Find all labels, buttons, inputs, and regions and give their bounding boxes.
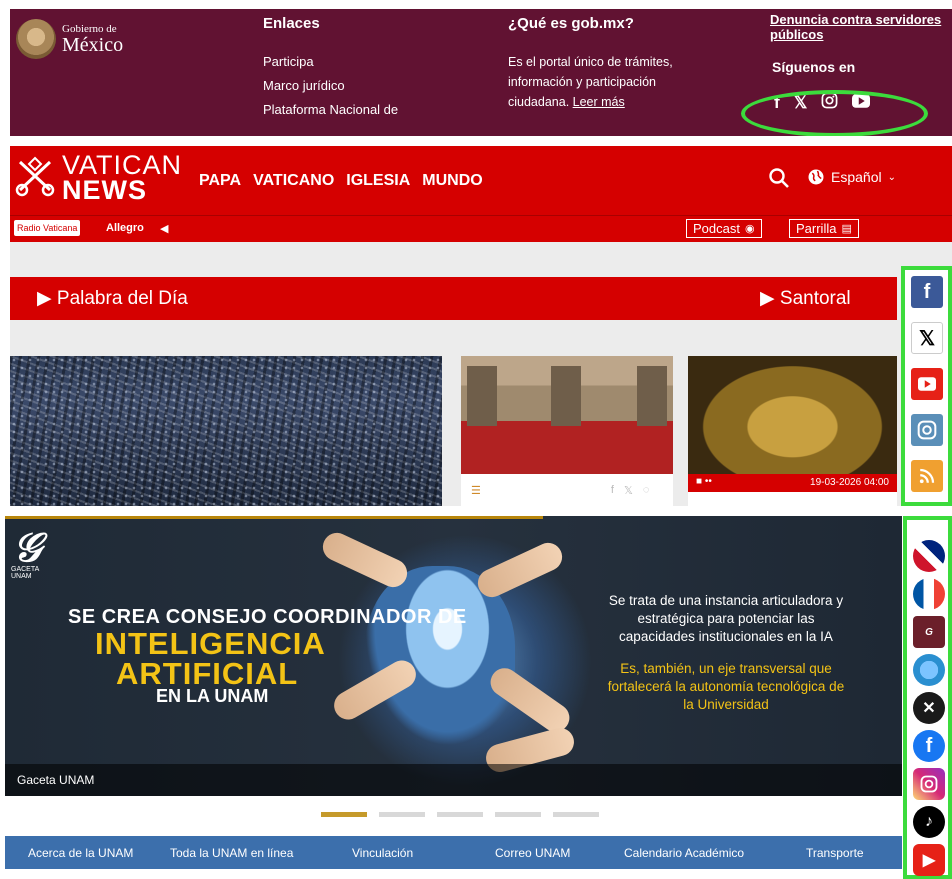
x-icon[interactable]: 𝕏 bbox=[911, 322, 943, 354]
radio-icon: ▤ bbox=[841, 223, 852, 235]
text-icon: ☰ bbox=[471, 485, 481, 497]
gold-divider bbox=[5, 516, 902, 519]
parrilla-label: Parrilla bbox=[796, 221, 837, 236]
que-es-section: ¿Qué es gob.mx? Es el portal único de tr… bbox=[508, 15, 708, 112]
unam-side-icons: G ✕ f ♪ ▶ bbox=[903, 516, 952, 879]
gaceta-hero-banner[interactable]: 𝒢 GACETA UNAM SE CREA CONSEJO COORDINADO… bbox=[5, 516, 902, 796]
search-icon[interactable] bbox=[767, 166, 791, 190]
parrilla-button[interactable]: Parrilla ▤ bbox=[789, 219, 859, 238]
logo-big-text: México bbox=[62, 33, 124, 56]
unam-page: 𝒢 GACETA UNAM SE CREA CONSEJO COORDINADO… bbox=[5, 516, 952, 879]
vatican-news-page: VATICAN NEWS PAPA VATICANO IGLESIA MUNDO… bbox=[10, 146, 952, 506]
instagram-icon[interactable] bbox=[913, 768, 945, 800]
instagram-icon[interactable] bbox=[911, 414, 943, 446]
enlaces-title: Enlaces bbox=[263, 15, 320, 32]
podcast-icon: ◉ bbox=[744, 223, 755, 235]
nav-vinculacion[interactable]: Vinculación bbox=[352, 846, 413, 860]
mexico-seal-icon bbox=[16, 19, 56, 59]
share-facebook-icon[interactable]: f bbox=[611, 484, 614, 497]
card-date: 19-03-2026 04:00 bbox=[810, 477, 889, 488]
link-participa[interactable]: Participa bbox=[263, 54, 398, 69]
carousel-indicators bbox=[321, 812, 599, 817]
carousel-dot-3[interactable] bbox=[437, 812, 483, 817]
vatican-header: VATICAN NEWS PAPA VATICANO IGLESIA MUNDO… bbox=[10, 146, 952, 216]
santoral-link[interactable]: ▶ Santoral bbox=[760, 287, 851, 310]
gaceta-logo-subtext: GACETA UNAM bbox=[11, 566, 39, 580]
crossed-keys-icon bbox=[15, 156, 55, 197]
card-meta: ☰ f 𝕏 ◌ bbox=[471, 484, 649, 497]
gob-mx-footer: Gobierno de México Enlaces Participa Mar… bbox=[10, 9, 952, 136]
logo-small-text: Gobierno de bbox=[62, 22, 117, 35]
facebook-icon[interactable]: f bbox=[913, 730, 945, 762]
brand-news: NEWS bbox=[62, 175, 147, 205]
denuncia-link[interactable]: Denuncia contra servidores públicos bbox=[770, 12, 952, 42]
language-selector[interactable]: Español ⌄ bbox=[807, 168, 896, 186]
carousel-dot-1[interactable] bbox=[321, 812, 367, 817]
language-label: Español bbox=[831, 169, 882, 185]
unam-nav-bar: Acerca de la UNAM Toda la UNAM en línea … bbox=[5, 836, 902, 869]
que-es-text: Es el portal único de trámites, informac… bbox=[508, 52, 708, 112]
x-icon[interactable]: ✕ bbox=[913, 692, 945, 724]
carousel-dot-4[interactable] bbox=[495, 812, 541, 817]
nav-acerca-unam[interactable]: Acerca de la UNAM bbox=[28, 846, 133, 860]
globe-icon[interactable] bbox=[913, 654, 945, 686]
nav-mundo[interactable]: MUNDO bbox=[422, 172, 482, 190]
vatican-social-sidebar: f 𝕏 bbox=[901, 266, 952, 506]
share-whatsapp-icon[interactable]: ◌ bbox=[643, 484, 650, 497]
podcast-label: Podcast bbox=[693, 221, 740, 236]
news-card-shrine[interactable]: ■ •• 19-03-2026 04:00 bbox=[688, 356, 897, 506]
facebook-icon[interactable]: f bbox=[911, 276, 943, 308]
france-flag-icon[interactable] bbox=[913, 578, 945, 610]
video-icon: ■ •• bbox=[696, 476, 712, 487]
globe-icon bbox=[808, 169, 824, 185]
siguenos-title: Síguenos en bbox=[772, 59, 856, 75]
vatican-main-nav: PAPA VATICANO IGLESIA MUNDO bbox=[199, 172, 483, 190]
link-marco-juridico[interactable]: Marco jurídico bbox=[263, 78, 398, 93]
shrine-photo bbox=[688, 356, 897, 474]
nav-transporte[interactable]: Transporte bbox=[806, 846, 864, 860]
palabra-del-dia-link[interactable]: ▶ Palabra del Día bbox=[37, 287, 188, 310]
youtube-icon[interactable] bbox=[911, 368, 943, 400]
banner-description-highlight: Es, también, un eje transversal que fort… bbox=[607, 661, 845, 712]
speaker-icon[interactable]: ◀ bbox=[160, 222, 168, 235]
santoral-label: Santoral bbox=[779, 288, 851, 309]
vatican-news-logo[interactable]: VATICAN NEWS bbox=[14, 152, 182, 205]
nav-correo-unam[interactable]: Correo UNAM bbox=[495, 846, 570, 860]
share-x-icon[interactable]: 𝕏 bbox=[624, 484, 633, 497]
radio-bar: Radio Vaticana Allegro ◀ Podcast ◉ Parri… bbox=[10, 216, 952, 242]
podcast-button[interactable]: Podcast ◉ bbox=[686, 219, 762, 238]
radio-vaticana-badge[interactable]: Radio Vaticana bbox=[14, 220, 81, 236]
palabra-santoral-band: ▶ Palabra del Día ▶ Santoral bbox=[10, 277, 897, 320]
carousel-dot-2[interactable] bbox=[379, 812, 425, 817]
enlaces-section: Enlaces Participa Marco jurídico Platafo… bbox=[263, 15, 398, 117]
banner-description: Se trata de una instancia articuladora y… bbox=[608, 593, 844, 644]
chevron-down-icon: ⌄ bbox=[887, 171, 896, 183]
rss-icon[interactable] bbox=[911, 460, 943, 492]
gob-mx-logo[interactable]: Gobierno de México bbox=[16, 19, 123, 59]
banner-caption-bar: Gaceta UNAM bbox=[5, 764, 902, 796]
global-icon[interactable]: G bbox=[913, 616, 945, 648]
leer-mas-link[interactable]: Leer más bbox=[573, 95, 625, 109]
tiktok-icon[interactable]: ♪ bbox=[913, 806, 945, 838]
carousel-dot-5[interactable] bbox=[553, 812, 599, 817]
nav-iglesia[interactable]: IGLESIA bbox=[346, 172, 410, 190]
banner-caption: Gaceta UNAM bbox=[17, 773, 95, 787]
headline-line-4: EN LA UNAM bbox=[156, 686, 269, 706]
link-plataforma-nacional[interactable]: Plataforma Nacional de bbox=[263, 102, 398, 117]
nav-toda-unam[interactable]: Toda la UNAM en línea bbox=[170, 846, 293, 860]
news-card-audience[interactable]: ☰ f 𝕏 ◌ bbox=[461, 356, 673, 506]
gaceta-logo-icon: 𝒢 bbox=[13, 525, 42, 570]
allegro-label: Allegro bbox=[106, 222, 144, 234]
palabra-label: Palabra del Día bbox=[56, 288, 188, 309]
youtube-icon[interactable]: ▶ bbox=[913, 844, 945, 876]
uk-flag-icon[interactable] bbox=[913, 540, 945, 572]
highlight-oval bbox=[741, 90, 928, 136]
nav-calendario[interactable]: Calendario Académico bbox=[624, 846, 744, 860]
nav-papa[interactable]: PAPA bbox=[199, 172, 241, 190]
crowd-photo[interactable] bbox=[10, 356, 442, 506]
card-date-bar: ■ •• 19-03-2026 04:00 bbox=[688, 474, 897, 492]
hall-photo bbox=[461, 356, 673, 474]
nav-vaticano[interactable]: VATICANO bbox=[253, 172, 334, 190]
que-es-title: ¿Qué es gob.mx? bbox=[508, 15, 634, 32]
